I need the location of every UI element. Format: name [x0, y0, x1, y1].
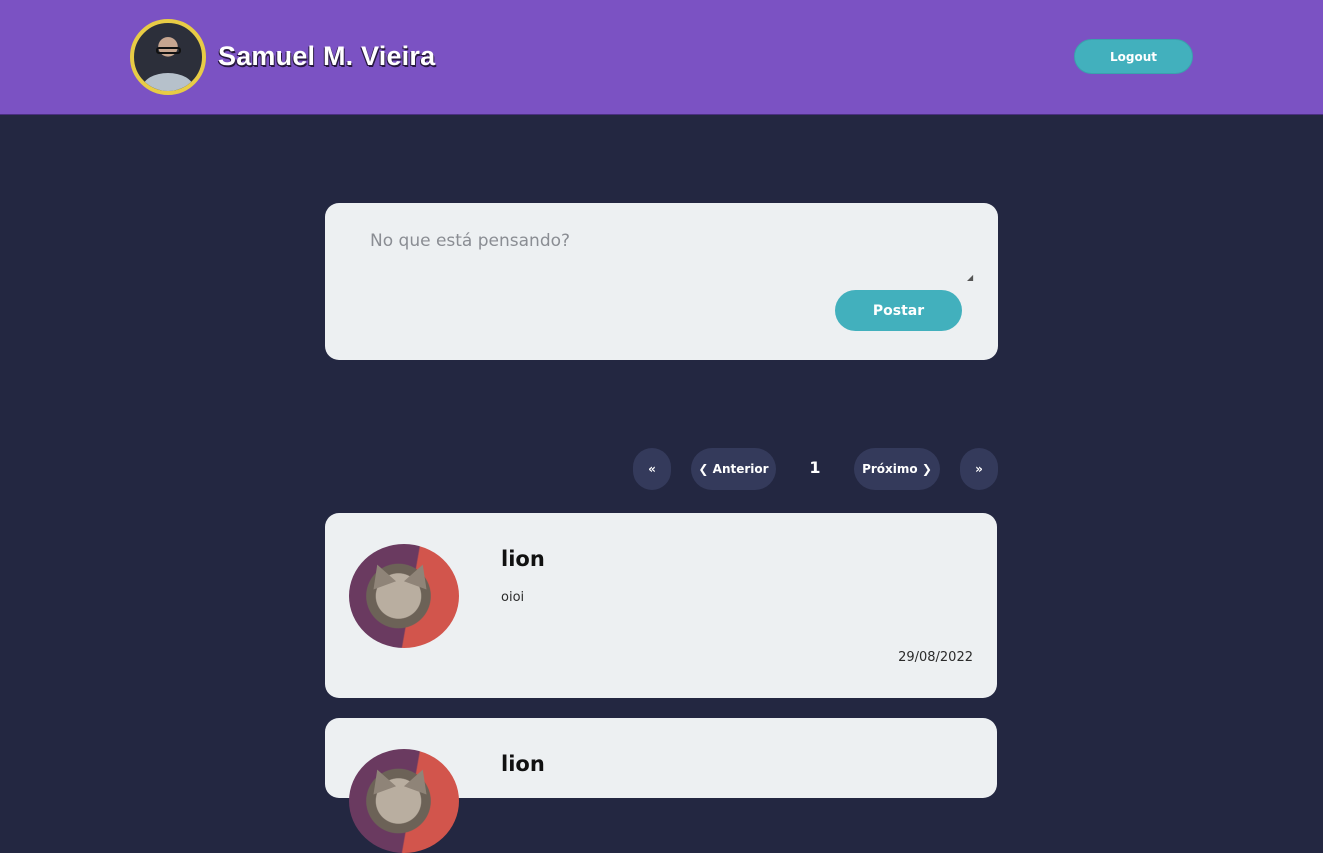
current-page-number: 1 [809, 458, 821, 477]
post-text: oioi [501, 590, 525, 605]
first-page-button[interactable]: « [633, 448, 671, 490]
post-card: lion [325, 718, 997, 853]
cat-avatar-icon[interactable] [349, 749, 459, 853]
post-card: lion oioi 29/08/2022 [325, 513, 997, 698]
post-date: 29/08/2022 [898, 650, 973, 665]
profile-avatar[interactable] [130, 19, 206, 95]
cat-ear-right [403, 560, 435, 590]
cat-ear-right [403, 765, 435, 795]
post-author[interactable]: lion [501, 547, 545, 571]
logout-button[interactable]: Logout [1074, 39, 1193, 74]
cat-ear-left [365, 765, 397, 795]
glasses-detail [156, 47, 181, 54]
previous-page-button[interactable]: ❮ Anterior [691, 448, 776, 490]
post-button[interactable]: Postar [835, 290, 962, 331]
next-page-button[interactable]: Próximo ❯ [854, 448, 940, 490]
top-navbar: Samuel M. Vieira Logout [0, 0, 1323, 115]
profile-name: Samuel M. Vieira [218, 41, 436, 71]
cat-avatar-icon[interactable] [349, 544, 459, 648]
post-author[interactable]: lion [501, 752, 545, 776]
post-composer: No que está pensando? ◢ Postar [325, 203, 998, 360]
cat-ear-left [365, 560, 397, 590]
composer-textarea[interactable]: No que está pensando? [370, 231, 930, 251]
last-page-button[interactable]: » [960, 448, 998, 490]
resize-handle-icon[interactable]: ◢ [967, 273, 973, 282]
shirt-detail [143, 73, 193, 91]
